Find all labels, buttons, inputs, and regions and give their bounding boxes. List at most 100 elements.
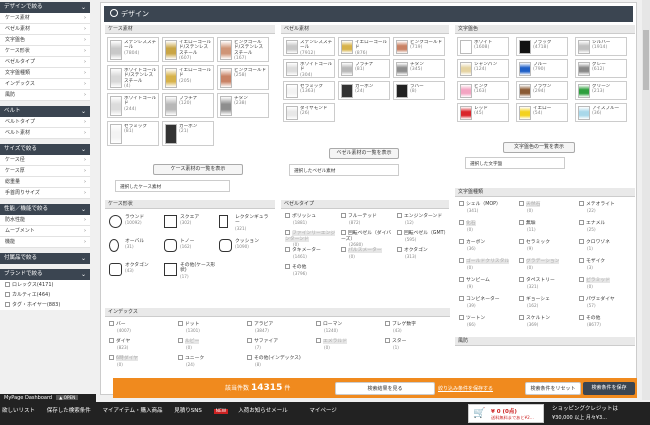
material-swatch[interactable]: ラバー (8) — [393, 81, 445, 100]
checkbox[interactable] — [579, 315, 584, 320]
material-swatch[interactable]: レッド (45) — [457, 103, 509, 122]
material-swatch[interactable]: チタン (345) — [393, 59, 445, 78]
material-swatch[interactable]: イエローゴールド (205) — [162, 65, 214, 90]
sidebar-group-header[interactable]: 付属品で絞る ⌄ — [0, 253, 90, 264]
filter-checkbox-option[interactable]: フルーテッド (872) — [341, 213, 393, 225]
filter-checkbox-option[interactable]: タキメーター (1461) — [285, 247, 337, 259]
view-results-button[interactable]: 検索結果を見る — [335, 382, 435, 395]
material-swatch[interactable]: ブラック (4718) — [516, 37, 568, 56]
case-shape-option[interactable]: クッション (1090) — [219, 237, 271, 257]
material-swatch[interactable]: カーボン (21) — [162, 121, 214, 146]
checkbox[interactable] — [285, 213, 290, 218]
checkbox[interactable] — [341, 213, 346, 218]
sidebar-group-header[interactable]: デザインで絞る ⌄ — [0, 2, 90, 13]
checkbox[interactable] — [519, 239, 524, 244]
case-material-list-button[interactable]: ケース素材の一覧を表示 — [153, 164, 243, 175]
page-scrollbar[interactable] — [642, 0, 650, 400]
material-swatch[interactable]: グリーン (213) — [575, 81, 627, 100]
brand-checkbox-row[interactable]: ロレックス(4171) — [0, 280, 90, 290]
filter-checkbox-option[interactable]: パヴェダイヤ (57) — [579, 296, 635, 308]
filter-checkbox-option[interactable]: アラビア (3847) — [247, 321, 312, 333]
dial-color-list-button[interactable]: 文字盤色の一覧を表示 — [503, 142, 575, 153]
brand-checkbox-row[interactable]: カルティエ(464) — [0, 290, 90, 300]
sidebar-item[interactable]: 文字盤種類 › — [0, 68, 90, 79]
filter-checkbox-option[interactable]: 回転ベゼル（GMT） (595) — [397, 230, 449, 242]
material-swatch[interactable]: イエロー (54) — [516, 103, 568, 122]
filter-checkbox-option[interactable]: 回転ベゼル（ダイバーズ） (2680) — [341, 230, 393, 248]
sidebar-item[interactable]: ケース形状 › — [0, 46, 90, 57]
sidebar-group-header[interactable]: サイズで絞る ⌄ — [0, 144, 90, 155]
sidebar-item[interactable]: ケース厚 › — [0, 166, 90, 177]
material-swatch[interactable]: ダイヤモンド (26) — [283, 103, 335, 122]
checkbox[interactable] — [5, 282, 10, 287]
filter-checkbox-option[interactable]: スケルトン (369) — [519, 315, 575, 327]
cart-widget[interactable]: 🛒 ¥ 0 (0点) 送料無料まであと¥2... — [468, 404, 544, 423]
mypage-link[interactable]: マイページ — [309, 408, 336, 414]
material-swatch[interactable]: ホワイトゴールド (244) — [107, 93, 159, 118]
material-swatch[interactable]: セラミック (1363) — [283, 81, 335, 100]
checkbox[interactable] — [247, 355, 252, 360]
mypage-dashboard-tab[interactable]: MyPage Dashboard ▲ OPEN — [0, 394, 96, 402]
material-swatch[interactable]: ブラウン (294) — [516, 81, 568, 100]
filter-checkbox-option[interactable]: その他 (3796) — [285, 264, 337, 276]
checkbox[interactable] — [459, 239, 464, 244]
filter-checkbox-option[interactable]: コンビネーター (39) — [459, 296, 515, 308]
checkbox[interactable] — [519, 315, 524, 320]
filter-checkbox-option[interactable]: サファイア (7) — [247, 338, 312, 350]
checkbox[interactable] — [579, 220, 584, 225]
material-swatch[interactable]: ステンレススチール (7804) — [107, 37, 159, 62]
filter-checkbox-option[interactable]: ダイヤ (823) — [109, 338, 174, 350]
brand-checkbox-row[interactable]: タグ・ホイヤー(883) — [0, 300, 90, 310]
my-items-link[interactable]: マイアイテム・購入商品 — [103, 408, 163, 414]
checkbox[interactable] — [285, 264, 290, 269]
filter-checkbox-option[interactable]: バー (4007) — [109, 321, 174, 333]
sidebar-item[interactable]: 総重量 › — [0, 177, 90, 188]
filter-checkbox-option[interactable]: クロワゾネ (1) — [579, 239, 635, 251]
arrival-mail-link[interactable]: NEW 入荷お知らせメール — [213, 408, 298, 414]
sidebar-group-header[interactable]: ベルト ⌄ — [0, 106, 90, 117]
material-swatch[interactable]: ホワイトゴールド (304) — [283, 59, 335, 78]
checkbox[interactable] — [178, 355, 183, 360]
checkbox[interactable] — [178, 321, 183, 326]
checkbox[interactable] — [5, 302, 10, 307]
filter-checkbox-option[interactable]: セラミック (9) — [519, 239, 575, 251]
checkbox[interactable] — [397, 213, 402, 218]
filter-checkbox-option[interactable]: シェル（MOP） (341) — [459, 201, 515, 213]
checkbox[interactable] — [459, 315, 464, 320]
material-swatch[interactable]: ホワイト (1608) — [457, 37, 509, 56]
material-swatch[interactable]: チタン (238) — [217, 93, 269, 118]
sidebar-item[interactable]: 防水性能 › — [0, 215, 90, 226]
checkbox[interactable] — [579, 296, 584, 301]
sidebar-item[interactable]: 手首周りサイズ › — [0, 188, 90, 199]
material-swatch[interactable]: ピンクゴールド (258) — [217, 65, 269, 90]
checkbox[interactable] — [519, 296, 524, 301]
sidebar-item[interactable]: 機能 › — [0, 237, 90, 248]
case-shape-option[interactable]: その他(ケース形状) (17) — [164, 261, 216, 281]
checkbox[interactable] — [247, 338, 252, 343]
material-swatch[interactable]: シルバー (1914) — [575, 37, 627, 56]
reset-conditions-button[interactable]: 検索条件をリセット — [525, 382, 581, 395]
save-conditions-button[interactable]: 検索条件を保存 — [583, 382, 635, 395]
filter-checkbox-option[interactable]: 無垢 (11) — [519, 220, 575, 232]
checkbox[interactable] — [341, 230, 346, 235]
sidebar-item[interactable]: ベルト素材 › — [0, 128, 90, 139]
checkbox[interactable] — [459, 201, 464, 206]
material-swatch[interactable]: セラミック (81) — [107, 121, 159, 146]
filter-checkbox-option[interactable]: オクタゴン (313) — [397, 247, 449, 259]
filter-checkbox-option[interactable]: エナメル (25) — [579, 220, 635, 232]
checkbox[interactable] — [247, 321, 252, 326]
checkbox[interactable] — [316, 321, 321, 326]
filter-checkbox-option[interactable]: その他 (8677) — [579, 315, 635, 327]
material-swatch[interactable]: グレー (612) — [575, 59, 627, 78]
bezel-material-list-button[interactable]: ベゼル素材の一覧を表示 — [329, 148, 399, 159]
sidebar-item[interactable]: ムーブメント › — [0, 226, 90, 237]
material-swatch[interactable]: アイスブルー (36) — [575, 103, 627, 122]
checkbox[interactable] — [5, 292, 10, 297]
filter-checkbox-option[interactable]: スター (1) — [385, 338, 450, 350]
checkbox[interactable] — [459, 277, 464, 282]
filter-checkbox-option[interactable]: モザイク (3) — [579, 258, 635, 270]
material-swatch[interactable]: ピンクゴールド (719) — [393, 37, 445, 56]
filter-checkbox-option[interactable]: ユニーク (24) — [178, 355, 243, 367]
checkbox[interactable] — [285, 247, 290, 252]
checkbox[interactable] — [385, 338, 390, 343]
